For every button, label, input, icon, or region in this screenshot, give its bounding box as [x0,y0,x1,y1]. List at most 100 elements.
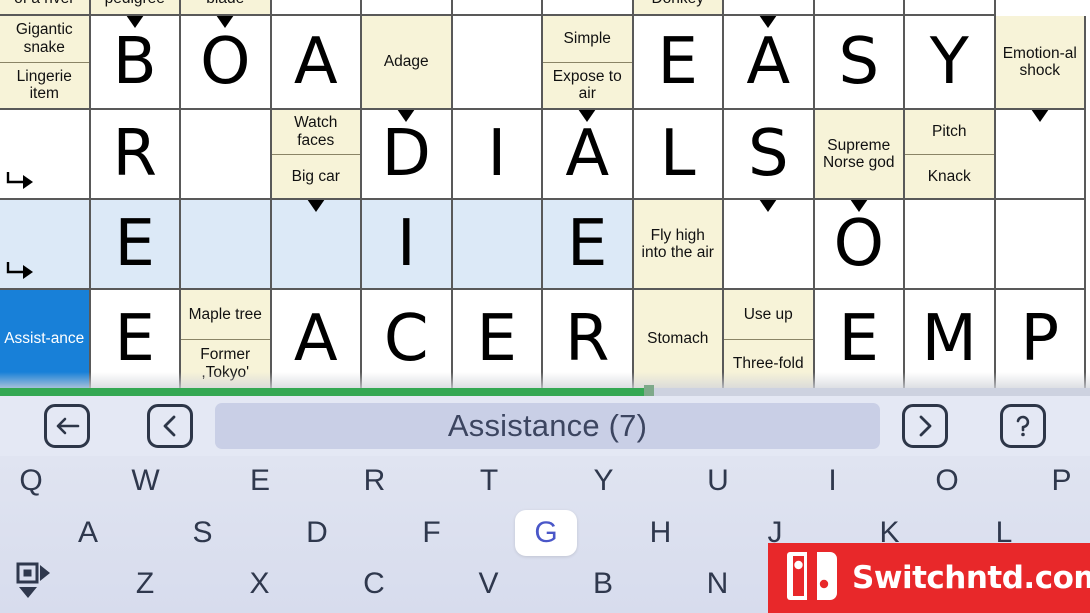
grid-clue-cell[interactable]: Emotion-al shock [995,16,1086,110]
grid-answer-cell[interactable] [724,200,815,290]
key-o[interactable]: O [916,458,978,504]
key-w[interactable]: W [115,458,177,504]
grid-answer-cell[interactable] [452,200,543,290]
key-b[interactable]: B [572,561,634,607]
clue-text-wrapper: Emotion-al shock [996,16,1085,108]
key-f[interactable]: F [401,510,463,556]
grid-answer-cell[interactable] [271,0,362,16]
grid-answer-cell[interactable] [181,200,272,290]
grid-answer-cell[interactable]: S [724,110,815,200]
arrow-down-icon [578,110,597,122]
arrow-elbow-icon [4,260,40,288]
progress-bar-fill [0,388,654,396]
grid-clue-cell[interactable]: of a river [0,0,91,16]
clue-text: Stomach [647,330,709,348]
grid-answer-cell[interactable] [181,110,272,200]
key-t[interactable]: T [458,458,520,504]
grid-clue-cell[interactable]: Fly high into the air [633,200,724,290]
grid-clue-cell[interactable]: Watch faces Big car [271,110,362,200]
key-s[interactable]: S [172,510,234,556]
clue-text-wrapper: Stomach [634,290,723,388]
grid-answer-cell[interactable] [543,0,634,16]
grid-answer-cell[interactable]: I [452,110,543,200]
key-h[interactable]: H [630,510,692,556]
grid-answer-cell[interactable] [724,0,815,16]
grid-answer-cell[interactable] [814,0,905,16]
grid-clue-cell[interactable]: pedigree [90,0,181,16]
chevron-left-icon [160,414,180,438]
key-u[interactable]: U [687,458,749,504]
grid-answer-cell[interactable]: E [543,200,634,290]
grid-answer-cell[interactable] [362,0,453,16]
grid-answer-cell[interactable] [0,200,91,290]
grid-clue-cell[interactable]: Gigantic snake Lingerie item [0,16,91,110]
answer-letter: R [112,117,157,191]
key-p[interactable]: P [1031,458,1090,504]
grid-answer-cell[interactable]: A [724,16,815,110]
grid-clue-cell[interactable]: Supreme Norse god [814,110,905,200]
grid-answer-cell[interactable] [905,0,996,16]
previous-clue-button[interactable] [147,404,193,448]
grid-answer-cell[interactable]: D [362,110,453,200]
grid-answer-cell[interactable]: O [181,16,272,110]
grid-answer-cell[interactable]: R [90,110,181,200]
key-y[interactable]: Y [573,458,635,504]
grid-clue-cell[interactable]: Donkey [633,0,724,16]
key-d[interactable]: D [286,510,348,556]
key-c[interactable]: C [343,561,405,607]
keyboard-mode-icon[interactable] [8,556,60,606]
grid-answer-cell[interactable]: A [543,110,634,200]
answer-letter: S [747,117,789,191]
grid-answer-cell[interactable] [452,16,543,110]
grid-answer-cell[interactable]: A [271,290,362,390]
grid-clue-cell[interactable]: Adage [362,16,453,110]
grid-clue-cell[interactable]: Pitch Knack [905,110,996,200]
grid-answer-cell[interactable]: R [543,290,634,390]
grid-clue-cell[interactable]: Use up Three-fold [724,290,815,390]
key-n[interactable]: N [687,561,749,607]
grid-answer-cell[interactable]: E [90,200,181,290]
grid-clue-cell[interactable]: Maple tree Former ,Tokyo' [181,290,272,390]
grid-answer-cell[interactable]: L [633,110,724,200]
key-q[interactable]: Q [0,458,62,504]
answer-letter [996,110,1085,198]
grid-clue-cell[interactable]: Stomach [633,290,724,390]
grid-clue-cell[interactable]: blade [181,0,272,16]
grid-answer-cell[interactable]: M [905,290,996,390]
grid-answer-cell[interactable]: S [814,16,905,110]
grid-answer-cell[interactable] [452,0,543,16]
grid-answer-cell[interactable]: C [362,290,453,390]
help-button[interactable] [1000,404,1046,448]
grid-answer-cell[interactable]: B [90,16,181,110]
grid-answer-cell[interactable]: E [90,290,181,390]
grid-answer-cell[interactable]: O [814,200,905,290]
key-x[interactable]: X [229,561,291,607]
grid-answer-cell[interactable]: A [271,16,362,110]
key-a[interactable]: A [57,510,119,556]
grid-clue-cell[interactable]: Simple Expose to air [543,16,634,110]
grid-clue-cell[interactable]: Assist-ance [0,290,91,390]
crossword-grid[interactable]: of a riverpedigreeblade Donkey Gigantic sn… [0,0,1090,390]
grid-answer-cell[interactable]: P [995,290,1086,390]
key-e[interactable]: E [229,458,291,504]
key-z[interactable]: Z [114,561,176,607]
key-v[interactable]: V [458,561,520,607]
back-button[interactable] [44,404,90,448]
grid-answer-cell[interactable]: E [452,290,543,390]
clue-text: Fly high into the air [641,226,714,261]
grid-answer-cell[interactable] [905,200,996,290]
grid-answer-cell[interactable] [995,200,1086,290]
arrow-down-icon [306,200,325,212]
grid-answer-cell[interactable]: E [633,16,724,110]
key-r[interactable]: R [344,458,406,504]
grid-answer-cell[interactable] [995,110,1086,200]
grid-answer-cell[interactable] [271,200,362,290]
grid-answer-cell[interactable]: Y [905,16,996,110]
grid-answer-cell[interactable]: E [814,290,905,390]
grid-answer-cell[interactable]: I [362,200,453,290]
next-clue-button[interactable] [902,404,948,448]
current-clue-display[interactable]: Assistance (7) [215,403,880,449]
key-g[interactable]: G [515,510,577,556]
key-i[interactable]: I [802,458,864,504]
grid-answer-cell[interactable] [0,110,91,200]
